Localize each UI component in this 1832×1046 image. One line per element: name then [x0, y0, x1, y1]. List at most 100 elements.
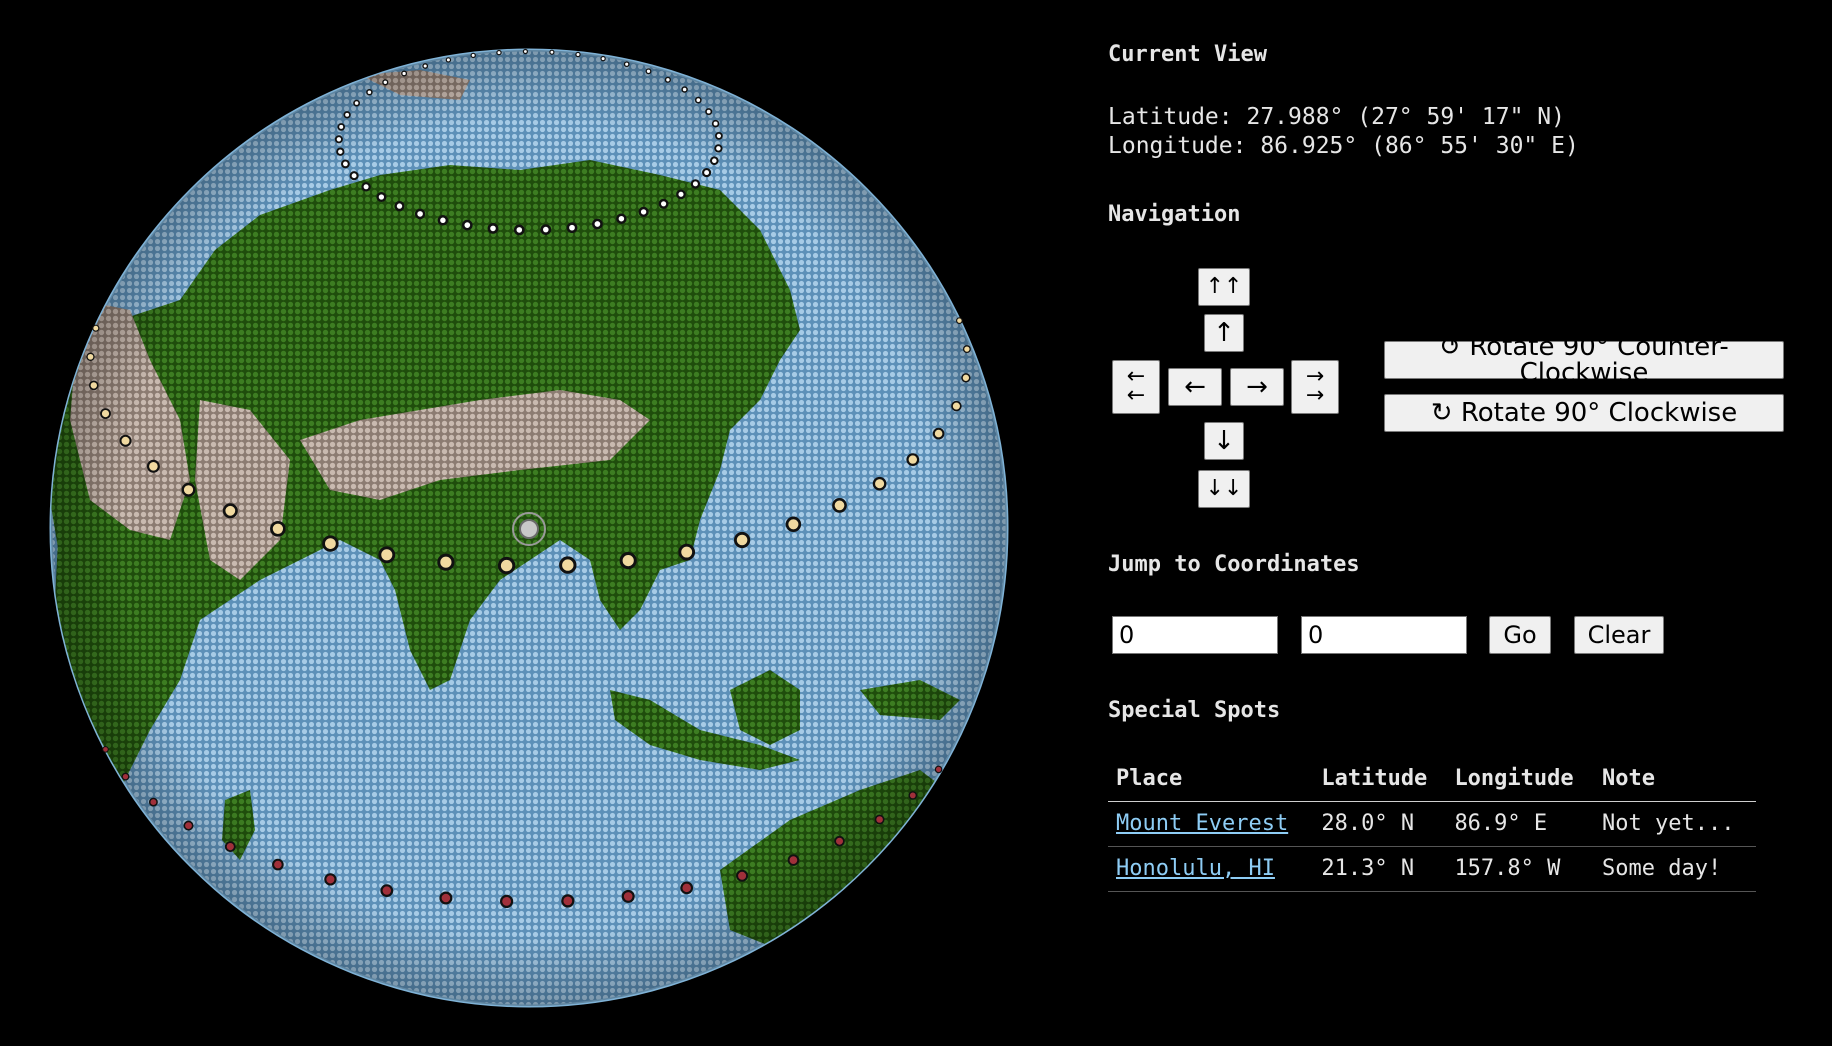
longitude-readout: Longitude: 86.925° (86° 55' 30" E) [1108, 133, 1579, 159]
longitude-cell: 86.9° E [1446, 801, 1594, 847]
arrow-right-icon: → [1305, 383, 1325, 408]
arrow-left-icon: ← [1126, 383, 1146, 408]
latitude-marker [621, 889, 635, 903]
globe-canvas[interactable] [0, 0, 1080, 1046]
latitude-marker [690, 179, 701, 189]
latitude-marker [270, 520, 286, 537]
latitude-marker [681, 86, 688, 93]
latitude-marker [710, 156, 719, 165]
pan-left-button[interactable]: ← [1168, 368, 1222, 406]
latitude-marker [380, 884, 394, 897]
note-cell: Some day! [1593, 846, 1756, 892]
latitude-marker [121, 772, 130, 781]
pan-left-fast-button[interactable]: ← ← [1112, 360, 1160, 414]
latitude-marker [619, 552, 637, 570]
rotate-ccw-button[interactable]: ↺ Rotate 90° Counter-Clockwise [1384, 334, 1784, 386]
pan-right-fast-button[interactable]: → → [1291, 360, 1339, 414]
latitude-marker [638, 206, 649, 218]
latitude-marker [361, 182, 371, 192]
latitude-marker [183, 820, 194, 831]
latitude-marker [785, 516, 802, 533]
latitude-marker [92, 324, 100, 332]
latitude-marker [334, 135, 343, 144]
latitude-marker [86, 352, 95, 361]
latitude-marker [832, 498, 847, 513]
rotate-cw-button[interactable]: ↻ Rotate 90° Clockwise [1384, 394, 1784, 432]
latitude-marker [932, 427, 945, 440]
latitude-marker [437, 553, 455, 571]
latitude-marker [487, 222, 499, 234]
latitude-marker [787, 854, 800, 866]
latitude-marker [181, 482, 196, 497]
latitude-marker [951, 400, 962, 412]
arrow-left-icon: ← [1184, 372, 1206, 402]
latitude-marker [378, 546, 396, 564]
table-row: Honolulu, HI 21.3° N 157.8° W Some day! [1108, 846, 1756, 892]
table-header-row: Place Latitude Longitude Note [1108, 760, 1756, 802]
latitude-marker [715, 131, 723, 140]
navigation-heading: Navigation [1108, 202, 1241, 227]
pan-down-button[interactable]: ↓ [1204, 422, 1244, 460]
latitude-marker [322, 535, 339, 552]
globe-view[interactable] [0, 0, 1080, 1046]
place-cell: Honolulu, HI [1108, 846, 1314, 892]
latitude-marker [414, 208, 426, 220]
latitude-marker [343, 111, 351, 119]
pan-up-fast-button[interactable]: ↑ ↑ [1198, 268, 1250, 306]
latitude-marker [834, 835, 845, 847]
arrow-down-icon: ↓ [1224, 475, 1243, 501]
latitude-marker [422, 63, 429, 69]
latitude-cell: 28.0° N [1313, 801, 1447, 847]
clear-button[interactable]: Clear [1574, 616, 1664, 654]
latitude-marker [676, 189, 686, 200]
latitude-marker [382, 79, 389, 86]
latitude-marker [733, 531, 751, 549]
latitude-marker [623, 61, 630, 68]
latitude-marker [600, 55, 606, 62]
latitude-marker [872, 476, 887, 491]
latitude-marker [222, 503, 238, 519]
place-link-mount-everest[interactable]: Mount Everest [1116, 811, 1288, 836]
latitude-marker [549, 49, 555, 55]
latitude-cell: 21.3° N [1313, 846, 1447, 892]
latitude-marker [962, 345, 971, 354]
jump-heading: Jump to Coordinates [1108, 552, 1360, 577]
latitude-marker [559, 556, 577, 574]
latitude-marker [146, 459, 160, 473]
latitude-marker [658, 198, 669, 209]
latitude-marker [445, 57, 452, 63]
latitude-marker [461, 219, 473, 231]
column-header-longitude: Longitude [1446, 760, 1594, 802]
latitude-marker [566, 222, 578, 234]
latitude-marker [664, 76, 672, 83]
latitude-marker [272, 858, 284, 871]
column-header-latitude: Latitude [1313, 760, 1447, 802]
column-header-note: Note [1593, 760, 1756, 802]
latitude-marker [349, 171, 359, 181]
go-button[interactable]: Go [1489, 616, 1551, 654]
arrow-right-icon: → [1246, 372, 1268, 402]
place-link-honolulu[interactable]: Honolulu, HI [1116, 856, 1275, 881]
latitude-marker [394, 201, 405, 212]
latitude-input[interactable] [1112, 616, 1278, 654]
longitude-input[interactable] [1301, 616, 1467, 654]
latitude-marker [561, 894, 575, 908]
pan-down-fast-button[interactable]: ↓ ↓ [1198, 470, 1250, 508]
latitude-marker [680, 881, 694, 895]
latitude-marker [148, 797, 158, 807]
latitude-marker [714, 144, 723, 153]
latitude-marker [711, 119, 720, 128]
latitude-marker [575, 51, 581, 58]
latitude-marker [934, 765, 943, 774]
latitude-marker [337, 123, 346, 131]
latitude-marker [401, 70, 408, 77]
latitude-marker [341, 159, 350, 169]
latitude-marker [89, 380, 99, 391]
latitude-readout: Latitude: 27.988° (27° 59' 17" N) [1108, 104, 1565, 130]
latitude-marker [353, 99, 360, 107]
pan-up-button[interactable]: ↑ [1204, 314, 1244, 352]
pan-right-button[interactable]: → [1230, 368, 1284, 406]
latitude-marker [497, 556, 516, 575]
latitude-marker [336, 147, 345, 156]
latitude-marker [437, 215, 449, 226]
